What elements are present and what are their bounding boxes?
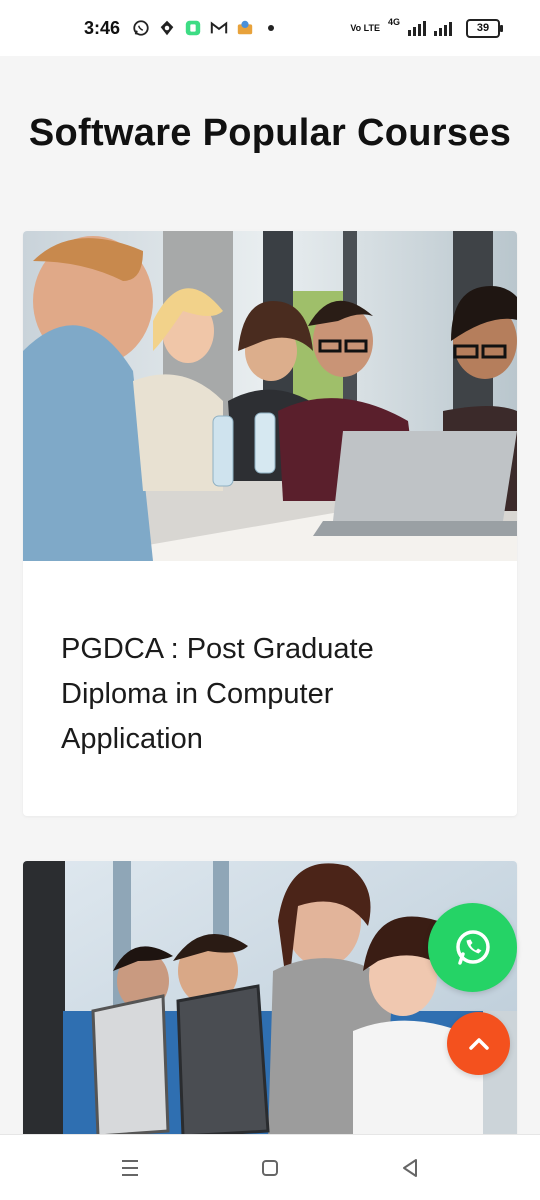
students-at-computers-photo xyxy=(23,861,517,1141)
course-card[interactable] xyxy=(23,861,517,1141)
signal-strength-icon-2 xyxy=(434,20,452,36)
whatsapp-notification-icon xyxy=(132,19,150,37)
system-nav-bar xyxy=(0,1134,540,1200)
students-with-laptop-photo xyxy=(23,231,517,561)
chevron-up-icon xyxy=(468,1037,489,1050)
status-bar: 3:46 Vo LTE 4G 39 xyxy=(0,0,540,56)
status-time: 3:46 xyxy=(84,17,121,38)
battery-icon: 39 xyxy=(466,18,503,38)
status-right: Vo LTE 4G 39 xyxy=(350,17,503,38)
home-button[interactable] xyxy=(250,1148,290,1188)
course-image[interactable] xyxy=(23,861,517,1141)
home-icon xyxy=(262,1159,278,1176)
more-notifications-dot xyxy=(268,25,275,31)
back-icon xyxy=(403,1158,417,1177)
page-title: Software Popular Courses xyxy=(28,112,512,154)
gmail-notification-icon xyxy=(210,19,228,37)
course-image[interactable] xyxy=(23,231,517,561)
threads-notification-icon xyxy=(158,19,176,37)
scroll-to-top-button[interactable] xyxy=(447,1012,510,1075)
recent-apps-button[interactable] xyxy=(110,1148,150,1188)
whatsapp-button[interactable] xyxy=(428,903,517,992)
whatsapp-icon xyxy=(455,929,490,965)
box-notification-icon xyxy=(236,19,254,37)
volte-indicator: Vo LTE xyxy=(350,22,380,33)
course-title[interactable]: PGDCA : Post Graduate Diploma in Compute… xyxy=(23,561,517,762)
course-card[interactable]: PGDCA : Post Graduate Diploma in Compute… xyxy=(23,231,517,816)
back-button[interactable] xyxy=(390,1148,430,1188)
app-notification-icon xyxy=(184,19,202,37)
status-left: 3:46 xyxy=(84,17,275,39)
menu-icon xyxy=(122,1159,138,1176)
network-type: 4G xyxy=(387,17,400,27)
signal-strength-icon xyxy=(408,20,426,36)
